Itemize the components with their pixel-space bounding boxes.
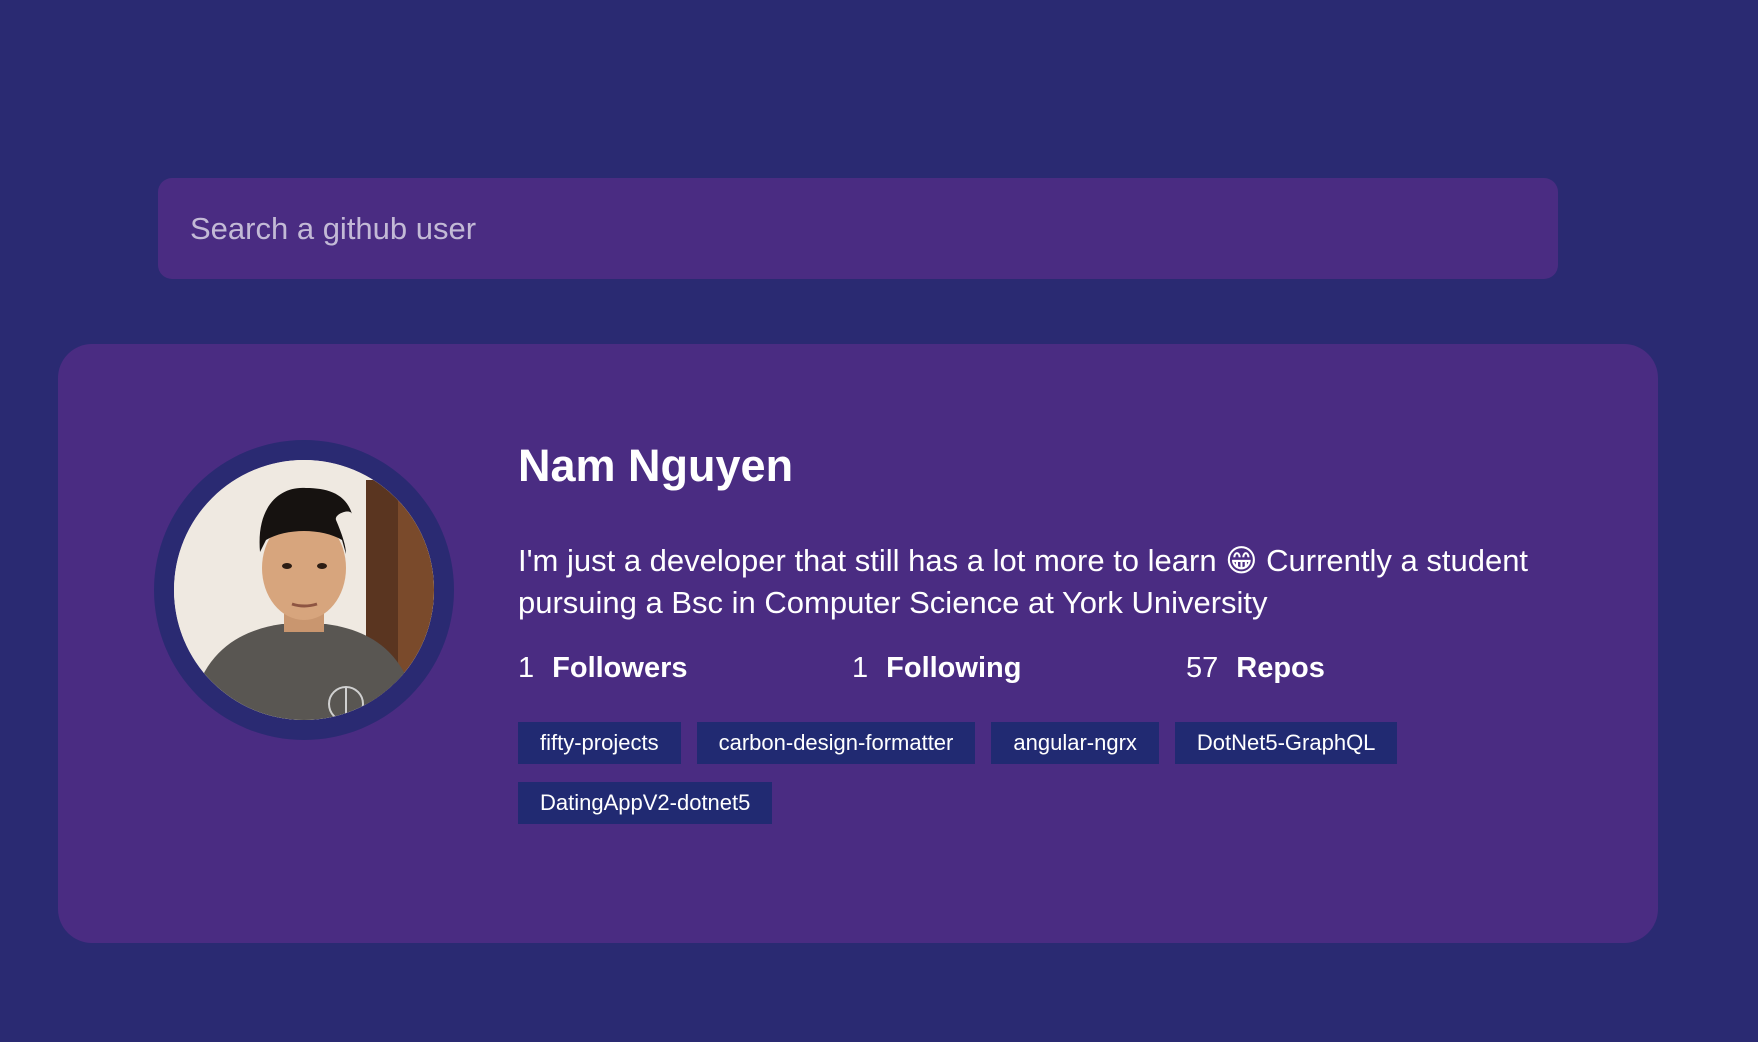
stat-followers: 1 Followers	[518, 648, 852, 688]
search-input[interactable]	[158, 178, 1558, 279]
avatar-photo	[174, 460, 434, 720]
user-bio: I'm just a developer that still has a lo…	[518, 543, 1529, 620]
repo-link-fifty-projects[interactable]: fifty-projects	[518, 722, 681, 764]
repo-link-carbon-design-formatter[interactable]: carbon-design-formatter	[696, 722, 976, 764]
followers-count: 1	[518, 651, 535, 684]
user-stats: 1 Followers 1 Following 57 Repos	[518, 648, 1618, 688]
repo-link-angular-ngrx[interactable]: angular-ngrx	[991, 722, 1159, 764]
stat-following: 1 Following	[852, 648, 1186, 688]
avatar	[174, 460, 434, 720]
stat-repos: 57 Repos	[1186, 648, 1520, 688]
repo-list: fifty-projects carbon-design-formatter a…	[518, 722, 1518, 842]
avatar-ring	[154, 440, 454, 740]
following-count: 1	[852, 651, 869, 684]
repos-label: Repos	[1236, 651, 1325, 684]
repos-count: 57	[1186, 651, 1219, 684]
user-name: Nam Nguyen	[518, 440, 794, 491]
following-label: Following	[886, 651, 1022, 684]
repo-link-datingappv2-dotnet5[interactable]: DatingAppV2-dotnet5	[518, 782, 773, 824]
search-form	[158, 178, 1558, 279]
user-info: Nam Nguyen I'm just a developer that sti…	[518, 438, 1618, 842]
followers-label: Followers	[552, 651, 688, 684]
repo-link-dotnet5-graphql[interactable]: DotNet5-GraphQL	[1174, 722, 1398, 764]
profile-card: Nam Nguyen I'm just a developer that sti…	[58, 344, 1658, 943]
